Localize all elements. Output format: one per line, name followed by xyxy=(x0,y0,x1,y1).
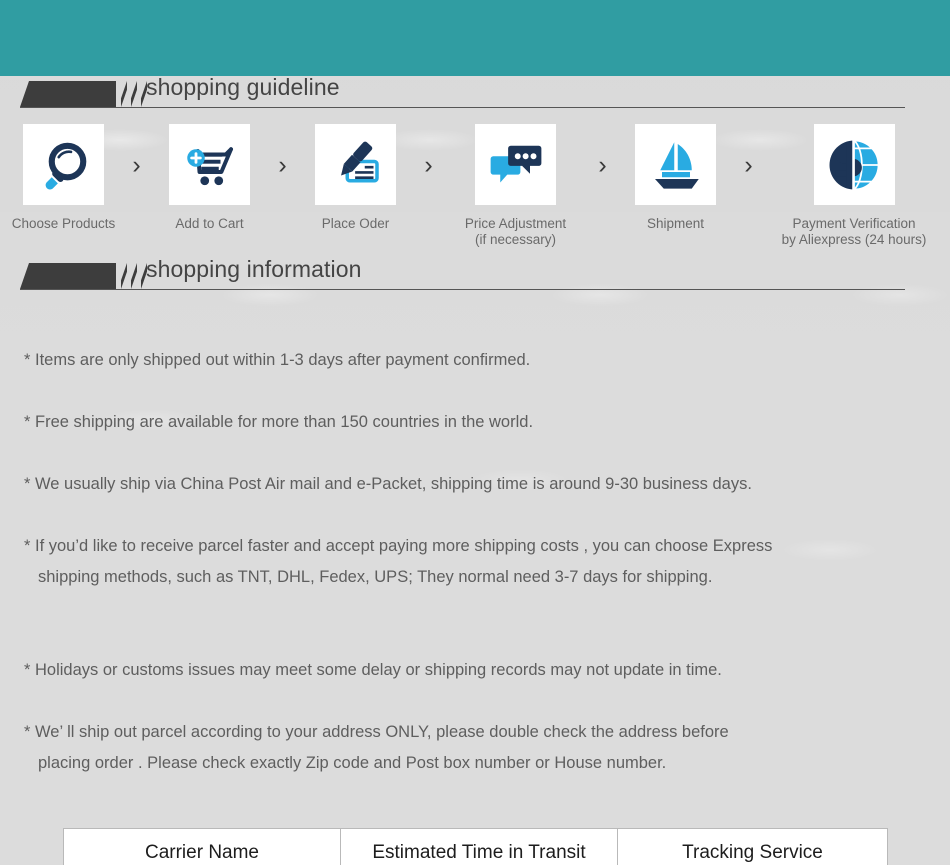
step-label: Choose Products xyxy=(11,216,116,231)
step-label: Place Oder xyxy=(321,216,390,231)
magnifier-icon xyxy=(45,142,86,189)
step-label: Add to Cart xyxy=(175,216,244,231)
bullet-text: * We usually ship via China Post Air mai… xyxy=(24,475,752,493)
list-item: * Free shipping are available for more t… xyxy=(24,376,930,438)
step-add-to-cart[interactable]: Add to Cart xyxy=(150,124,270,232)
bullet-text: * Free shipping are available for more t… xyxy=(24,413,534,431)
section-divider xyxy=(20,289,905,290)
list-item: * Items are only shipped out within 1-3 … xyxy=(24,314,930,376)
step-icon-box xyxy=(315,124,396,205)
top-teal-banner xyxy=(0,0,950,76)
step-icon-box xyxy=(169,124,250,205)
shopping-information-title: shopping information xyxy=(146,256,362,282)
shipping-notes-list: * Items are only shipped out within 1-3 … xyxy=(0,314,950,810)
add-to-cart-icon xyxy=(186,146,233,185)
list-item: * Holidays or customs issues may meet so… xyxy=(24,624,930,686)
bullet-text: * Items are only shipped out within 1-3 … xyxy=(24,351,531,369)
dollar-globe-icon xyxy=(829,139,880,190)
shopping-guideline-title: shopping guideline xyxy=(146,74,340,100)
ribbon-body xyxy=(20,81,116,107)
ribbon-stripe-2 xyxy=(131,263,137,289)
ribbon-body xyxy=(20,263,116,289)
carrier-table-wrapper: Carrier Name Estimated Time in Transit T… xyxy=(63,828,888,865)
sailboat-icon xyxy=(654,141,699,189)
ribbon-stripe-2 xyxy=(131,81,137,107)
step-arrow-3: › xyxy=(424,151,433,179)
bullet-text: * Holidays or customs issues may meet so… xyxy=(24,661,722,679)
step-arrow-4: › xyxy=(598,151,607,179)
ribbon-decoration xyxy=(20,81,147,107)
step-arrow-5: › xyxy=(744,151,753,179)
list-item: * We’ ll ship out parcel according to yo… xyxy=(24,686,930,810)
step-icon-box xyxy=(813,124,895,205)
section-divider xyxy=(20,107,905,108)
step-icon-box xyxy=(635,124,716,205)
step-price-adjustment[interactable]: Price Adjustment (if necessary) xyxy=(442,124,590,248)
column-header-carrier-name: Carrier Name xyxy=(63,828,341,865)
step-payment-verification[interactable]: Payment Verification by Aliexpress (24 h… xyxy=(762,124,947,248)
chat-bubbles-icon xyxy=(490,145,541,182)
column-header-transit-time: Estimated Time in Transit xyxy=(340,828,618,865)
table-header-row: Carrier Name Estimated Time in Transit T… xyxy=(63,828,888,865)
page-content: shopping guideline Choose Products › Add… xyxy=(0,74,950,865)
step-icon-box xyxy=(23,124,104,205)
step-label: Payment Verification by Aliexpress (24 h… xyxy=(781,216,927,247)
bullet-text-continued: shipping methods, such as TNT, DHL, Fede… xyxy=(38,568,713,586)
column-header-tracking-service: Tracking Service xyxy=(617,828,888,865)
step-shipment[interactable]: Shipment xyxy=(616,124,736,232)
step-label: Price Adjustment (if necessary) xyxy=(464,216,567,247)
shopping-information-header: shopping information xyxy=(0,256,950,300)
bullet-text: * We’ ll ship out parcel according to yo… xyxy=(24,723,729,741)
ribbon-stripe-1 xyxy=(121,81,127,107)
ribbon-stripe-1 xyxy=(121,263,127,289)
step-arrow-1: › xyxy=(132,151,141,179)
ribbon-decoration xyxy=(20,263,147,289)
guideline-steps: Choose Products › Add to Cart › Place Od… xyxy=(0,124,950,248)
step-arrow-2: › xyxy=(278,151,287,179)
step-label: Shipment xyxy=(646,216,705,231)
carrier-table: Carrier Name Estimated Time in Transit T… xyxy=(63,828,888,865)
shopping-guideline-header: shopping guideline xyxy=(0,74,950,118)
bullet-text-continued: placing order . Please check exactly Zip… xyxy=(38,754,667,772)
list-item: * We usually ship via China Post Air mai… xyxy=(24,438,930,500)
step-place-order[interactable]: Place Oder xyxy=(296,124,416,232)
step-icon-box xyxy=(475,124,556,205)
pen-check-icon xyxy=(340,141,379,182)
list-item: * If you’d like to receive parcel faster… xyxy=(24,500,930,624)
step-choose-products[interactable]: Choose Products xyxy=(4,124,124,232)
bullet-text: * If you’d like to receive parcel faster… xyxy=(24,537,773,555)
